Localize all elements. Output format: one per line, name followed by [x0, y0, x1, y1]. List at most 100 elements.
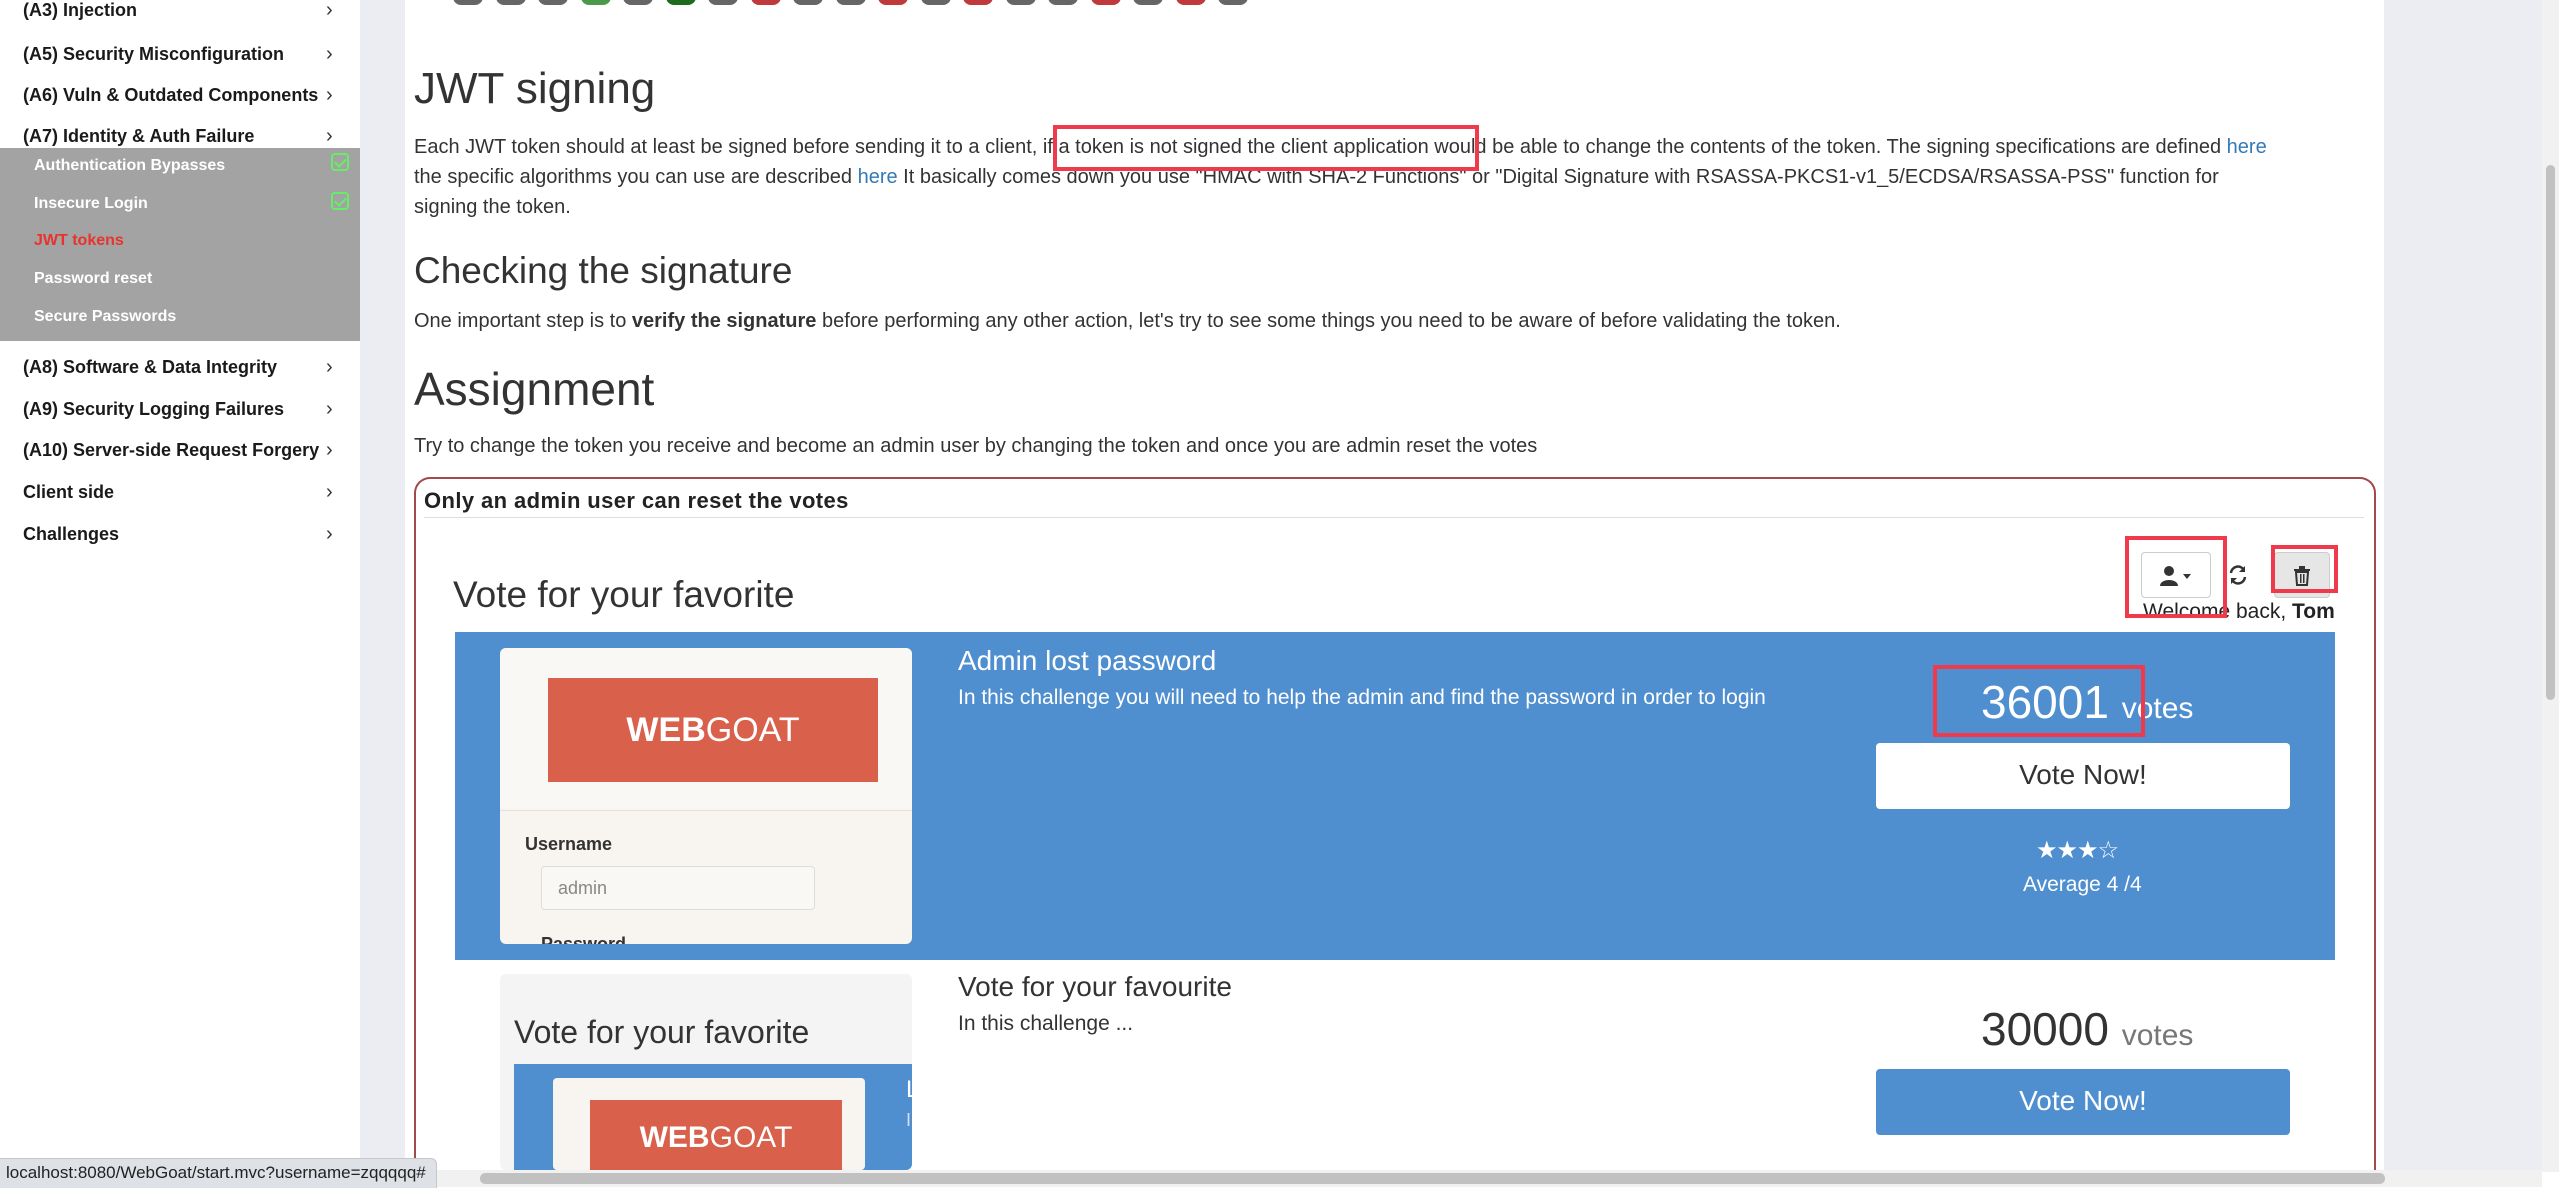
step-indicator[interactable] — [1005, 0, 1036, 5]
sidebar-item-a5-security-misconfiguration[interactable]: (A5) Security Misconfiguration › — [0, 36, 360, 76]
welcome-username: Tom — [2292, 600, 2335, 623]
card-title: Vote for your favourite — [958, 971, 1232, 1002]
card-description: In this challenge you will need to help … — [958, 686, 1766, 709]
password-label: Password — [541, 934, 627, 944]
page-title: JWT signing — [414, 64, 656, 113]
sidebar-item-a9-logging-failures[interactable]: (A9) Security Logging Failures › — [0, 391, 360, 431]
section-heading-assignment: Assignment — [414, 363, 655, 415]
section-heading-checking-signature: Checking the signature — [414, 250, 793, 291]
sidebar-item-jwt-tokens[interactable]: JWT tokens — [34, 232, 124, 250]
sidebar: (A3) Injection › (A5) Security Misconfig… — [0, 0, 360, 1187]
step-indicator[interactable] — [1175, 0, 1206, 5]
step-indicator[interactable] — [495, 0, 526, 5]
logo-text: GOAT — [705, 711, 800, 749]
step-indicator[interactable] — [453, 0, 483, 5]
chevron-right-icon: › — [326, 398, 333, 420]
sidebar-item-password-reset[interactable]: Password reset — [34, 270, 152, 288]
status-bar-url: localhost:8080/WebGoat/start.mvc?usernam… — [0, 1158, 437, 1188]
inner-card-title-fragment: L — [906, 1076, 920, 1103]
sidebar-item-label: Challenges — [23, 524, 120, 544]
rating-average: Average 4 /4 — [2023, 873, 2142, 896]
vote-count: 30000 votes — [1981, 1002, 2193, 1056]
algorithms-link[interactable]: here — [858, 166, 898, 188]
card-title: Admin lost password — [958, 645, 1217, 676]
step-indicator[interactable] — [708, 0, 738, 5]
sidebar-item-a6-vuln-components[interactable]: (A6) Vuln & Outdated Components › — [0, 77, 360, 117]
step-indicator[interactable] — [623, 0, 653, 5]
step-indicator[interactable] — [1218, 0, 1248, 5]
card-description: In this challenge ... — [958, 1012, 1134, 1035]
chevron-right-icon: › — [326, 439, 333, 461]
completed-check-icon — [331, 153, 349, 171]
sidebar-item-a8-software-integrity[interactable]: (A8) Software & Data Integrity › — [0, 349, 360, 389]
step-indicator[interactable] — [538, 0, 568, 5]
step-indicator[interactable] — [793, 0, 823, 5]
assignment-instructions: Try to change the token you receive and … — [414, 435, 1538, 457]
horizontal-scrollbar-thumb[interactable] — [480, 1173, 2385, 1184]
lesson-page-steps — [453, 0, 1261, 10]
sidebar-item-a3-injection[interactable]: (A3) Injection › — [0, 0, 360, 32]
sidebar-item-label: (A5) Security Misconfiguration — [23, 44, 285, 64]
challenge-screenshot: Vote for your favorite WEBGOAT — [500, 974, 912, 1170]
chevron-right-icon: › — [326, 125, 333, 147]
sidebar-item-label: Client side — [23, 482, 115, 502]
panel-title: Only an admin user can reset the votes — [424, 488, 849, 513]
logo-text: WEB — [639, 1121, 710, 1154]
sidebar-item-insecure-login[interactable]: Insecure Login — [34, 195, 148, 213]
refresh-icon — [2229, 565, 2247, 585]
sidebar-gutter — [360, 0, 405, 1187]
sidebar-item-label: (A9) Security Logging Failures — [23, 399, 285, 419]
chevron-right-icon: › — [326, 481, 333, 503]
vote-now-button[interactable]: Vote Now! — [1876, 1069, 2290, 1135]
step-indicator[interactable] — [878, 0, 908, 5]
step-indicator[interactable] — [1090, 0, 1121, 5]
intro-text: the specific algorithms you can use are … — [414, 166, 858, 188]
panel-divider — [424, 517, 2364, 518]
sidebar-item-a10-ssrf[interactable]: (A10) Server-side Request Forgery › — [0, 432, 360, 472]
screenshot-divider — [500, 810, 912, 811]
logo-text: GOAT — [709, 1121, 793, 1154]
checking-paragraph: One important step is to verify the sign… — [414, 306, 1841, 336]
step-indicator[interactable] — [963, 0, 993, 5]
step-indicator[interactable] — [1048, 0, 1078, 5]
sidebar-item-client-side[interactable]: Client side › — [0, 474, 360, 514]
vote-count-number: 30000 — [1981, 1003, 2109, 1055]
step-indicator[interactable] — [920, 0, 951, 5]
sidebar-item-authentication-bypasses[interactable]: Authentication Bypasses — [34, 157, 225, 175]
step-indicator[interactable] — [750, 0, 781, 5]
sidebar-item-label: (A7) Identity & Auth Failure — [23, 126, 255, 146]
highlight-box — [1053, 125, 1479, 171]
chevron-right-icon: › — [326, 0, 333, 21]
sidebar-item-label: (A6) Vuln & Outdated Components — [23, 85, 319, 105]
step-indicator[interactable] — [665, 0, 696, 5]
right-gutter — [2384, 0, 2542, 1187]
highlight-box — [1933, 665, 2145, 737]
chevron-right-icon: › — [326, 523, 333, 545]
highlight-box — [2125, 536, 2227, 618]
step-indicator[interactable] — [1133, 0, 1163, 5]
vertical-scrollbar-thumb[interactable] — [2546, 165, 2555, 700]
chevron-right-icon: › — [326, 356, 333, 378]
spec-link[interactable]: here — [2227, 136, 2267, 158]
sidebar-item-label: (A8) Software & Data Integrity — [23, 357, 278, 377]
completed-check-icon — [331, 192, 349, 210]
checking-text: before performing any other action, let'… — [816, 310, 1841, 332]
webgoat-logo: WEBGOAT — [590, 1100, 842, 1170]
rating-stars[interactable]: ★★★☆ — [2036, 836, 2119, 865]
sidebar-item-label: (A3) Injection — [23, 0, 138, 20]
sidebar-submenu-a7: Authentication Bypasses Insecure Login J… — [0, 148, 360, 341]
checking-text: One important step is to — [414, 310, 632, 332]
intro-paragraph-line3: signing the token. — [414, 196, 571, 218]
highlight-box — [2271, 545, 2338, 593]
vote-now-button[interactable]: Vote Now! — [1876, 743, 2290, 809]
sidebar-item-challenges[interactable]: Challenges › — [0, 516, 360, 556]
inner-card-desc-fragment: I — [906, 1110, 912, 1130]
vote-count-word: votes — [2121, 1019, 2194, 1052]
checking-text-bold: verify the signature — [631, 310, 817, 332]
sidebar-item-secure-passwords[interactable]: Secure Passwords — [34, 308, 176, 326]
username-label: Username — [525, 834, 613, 854]
step-indicator[interactable] — [580, 0, 611, 5]
challenge-screenshot: WEBGOAT Username admin Password — [500, 648, 912, 944]
step-indicator[interactable] — [835, 0, 866, 5]
username-field: admin — [541, 866, 815, 910]
